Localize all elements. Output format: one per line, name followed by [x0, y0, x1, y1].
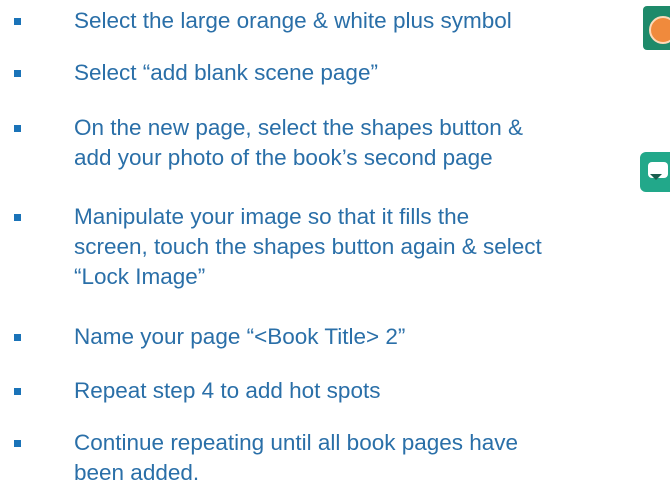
bullet-text: On the new page, select the shapes butto… — [74, 115, 524, 170]
orange-circle-icon — [649, 16, 670, 44]
square-bullet-icon — [14, 388, 21, 395]
bullet-text: Name your page “<Book Title> 2” — [74, 324, 406, 349]
bullet-text: Select “add blank scene page” — [74, 60, 378, 85]
plus-orange-icon — [643, 6, 670, 50]
shapes-chat-icon — [640, 152, 670, 192]
square-bullet-icon — [14, 214, 21, 221]
instruction-slide: Select the large orange & white plus sym… — [0, 0, 670, 491]
bullet-text: Select the large orange & white plus sym… — [74, 8, 512, 33]
square-bullet-icon — [14, 18, 21, 25]
bullet-text: Repeat step 4 to add hot spots — [74, 378, 381, 403]
bubble-tail-icon — [650, 174, 662, 180]
square-bullet-icon — [14, 334, 21, 341]
square-bullet-icon — [14, 125, 21, 132]
square-bullet-icon — [14, 70, 21, 77]
square-bullet-icon — [14, 440, 21, 447]
bullet-text: Continue repeating until all book pages … — [74, 430, 519, 485]
bullet-text: Manipulate your image so that it fills t… — [74, 204, 542, 289]
